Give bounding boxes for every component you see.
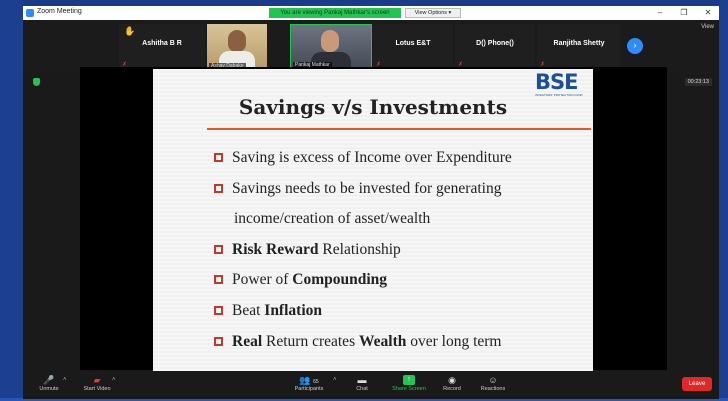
bullet-continuation: income/creation of asset/wealth <box>234 210 431 227</box>
audio-options-chevron-icon[interactable]: ˄ <box>63 377 67 383</box>
reactions-button[interactable]: ☺ Reactions <box>475 372 511 399</box>
participant-avatar <box>228 30 246 52</box>
title-underline <box>207 128 591 130</box>
view-options-button[interactable]: View Options ▾ <box>405 8 461 18</box>
participant-name: D() Phone() <box>476 40 514 47</box>
desktop-frame-left <box>0 0 23 401</box>
participant-video-tile[interactable]: Ashay Dabake <box>207 24 267 70</box>
participant-tile[interactable]: D() Phone() ✗ <box>455 24 535 70</box>
bullet-item: Risk Reward Relationship <box>214 241 401 259</box>
title-bar: Zoom Meeting You are viewing Pankaj Math… <box>23 6 719 20</box>
record-button[interactable]: ◉ Record <box>437 372 467 399</box>
participant-name: Ranjitha Shetty <box>553 40 605 47</box>
next-page-arrow-icon[interactable]: › <box>627 38 643 54</box>
shield-icon[interactable] <box>33 78 40 86</box>
unmute-button[interactable]: 🎤 Unmute <box>33 372 65 399</box>
desktop-frame-right <box>719 0 728 401</box>
bullet-box-icon <box>214 245 223 254</box>
minimize-button[interactable]: – <box>649 6 671 20</box>
video-options-chevron-icon[interactable]: ˄ <box>112 377 116 383</box>
participants-button[interactable]: 👥 65 Participants <box>287 372 331 399</box>
bullet-box-icon <box>214 153 223 162</box>
zoom-window: Zoom Meeting You are viewing Pankaj Math… <box>23 6 719 399</box>
close-button[interactable]: ✕ <box>697 6 719 20</box>
view-toggle-button[interactable]: View <box>701 24 714 30</box>
participant-tile[interactable]: ✋ Ashitha B R ✗ <box>119 24 205 70</box>
participant-tile[interactable]: Ranjitha Shetty ✗ <box>537 24 621 70</box>
share-screen-button[interactable]: ↑ Share Screen <box>387 372 431 399</box>
reactions-icon: ☺ <box>488 375 498 385</box>
muted-microphone-icon: 🎤 <box>43 375 55 385</box>
chat-button[interactable]: ▬ Chat <box>349 372 375 399</box>
bullet-box-icon <box>214 275 223 284</box>
raised-hand-icon: ✋ <box>124 26 136 36</box>
bullet-item: Real Return creates Wealth over long ter… <box>214 333 502 351</box>
viewing-screen-banner: You are viewing Pankaj Mathkar's screen <box>269 8 401 18</box>
bullet-box-icon <box>214 337 223 346</box>
zoom-logo-icon <box>26 9 34 17</box>
participants-strip: ✋ Ashitha B R ✗ Ashay Dabake Pankaj Math… <box>23 20 719 74</box>
bullet-box-icon <box>214 184 223 193</box>
bullet-item: Savings needs to be invested for generat… <box>214 180 501 198</box>
presentation-slide: BSE INVESTORS' PROTECTION FUND Savings v… <box>153 69 593 371</box>
bullet-box-icon <box>214 306 223 315</box>
participants-chevron-icon[interactable]: ˄ <box>333 377 337 383</box>
video-off-icon: ▰ <box>93 375 101 385</box>
participant-avatar <box>321 30 339 52</box>
participants-count: 65 <box>313 379 319 385</box>
bse-logo-mark: BSE <box>535 70 578 94</box>
leave-button[interactable]: Leave <box>682 377 712 391</box>
bullet-item: Beat Inflation <box>214 302 322 320</box>
participant-name: Ashitha B R <box>142 40 182 47</box>
meeting-timer: 00:23:13 <box>684 78 712 86</box>
slide-title: Savings v/s Investments <box>238 95 508 119</box>
window-title: Zoom Meeting <box>37 8 82 15</box>
meeting-toolbar: 🎤 Unmute ˄ ▰ Start Video ˄ 👥 65 Particip… <box>23 372 719 399</box>
participant-name: Lotus E&T <box>395 40 431 47</box>
bullet-item: Power of Compounding <box>214 271 387 289</box>
share-screen-icon: ↑ <box>403 375 415 385</box>
participants-icon: 👥 <box>299 375 311 385</box>
active-speaker-tile[interactable]: Pankaj Mathkar <box>290 24 372 70</box>
start-video-button[interactable]: ▰ Start Video <box>77 372 117 399</box>
record-icon: ◉ <box>448 375 456 385</box>
participant-tile[interactable]: Lotus E&T ✗ <box>373 24 453 70</box>
chat-icon: ▬ <box>357 375 367 385</box>
bullet-item: Saving is excess of Income over Expendit… <box>214 149 512 167</box>
maximize-button[interactable]: ❐ <box>673 6 695 20</box>
